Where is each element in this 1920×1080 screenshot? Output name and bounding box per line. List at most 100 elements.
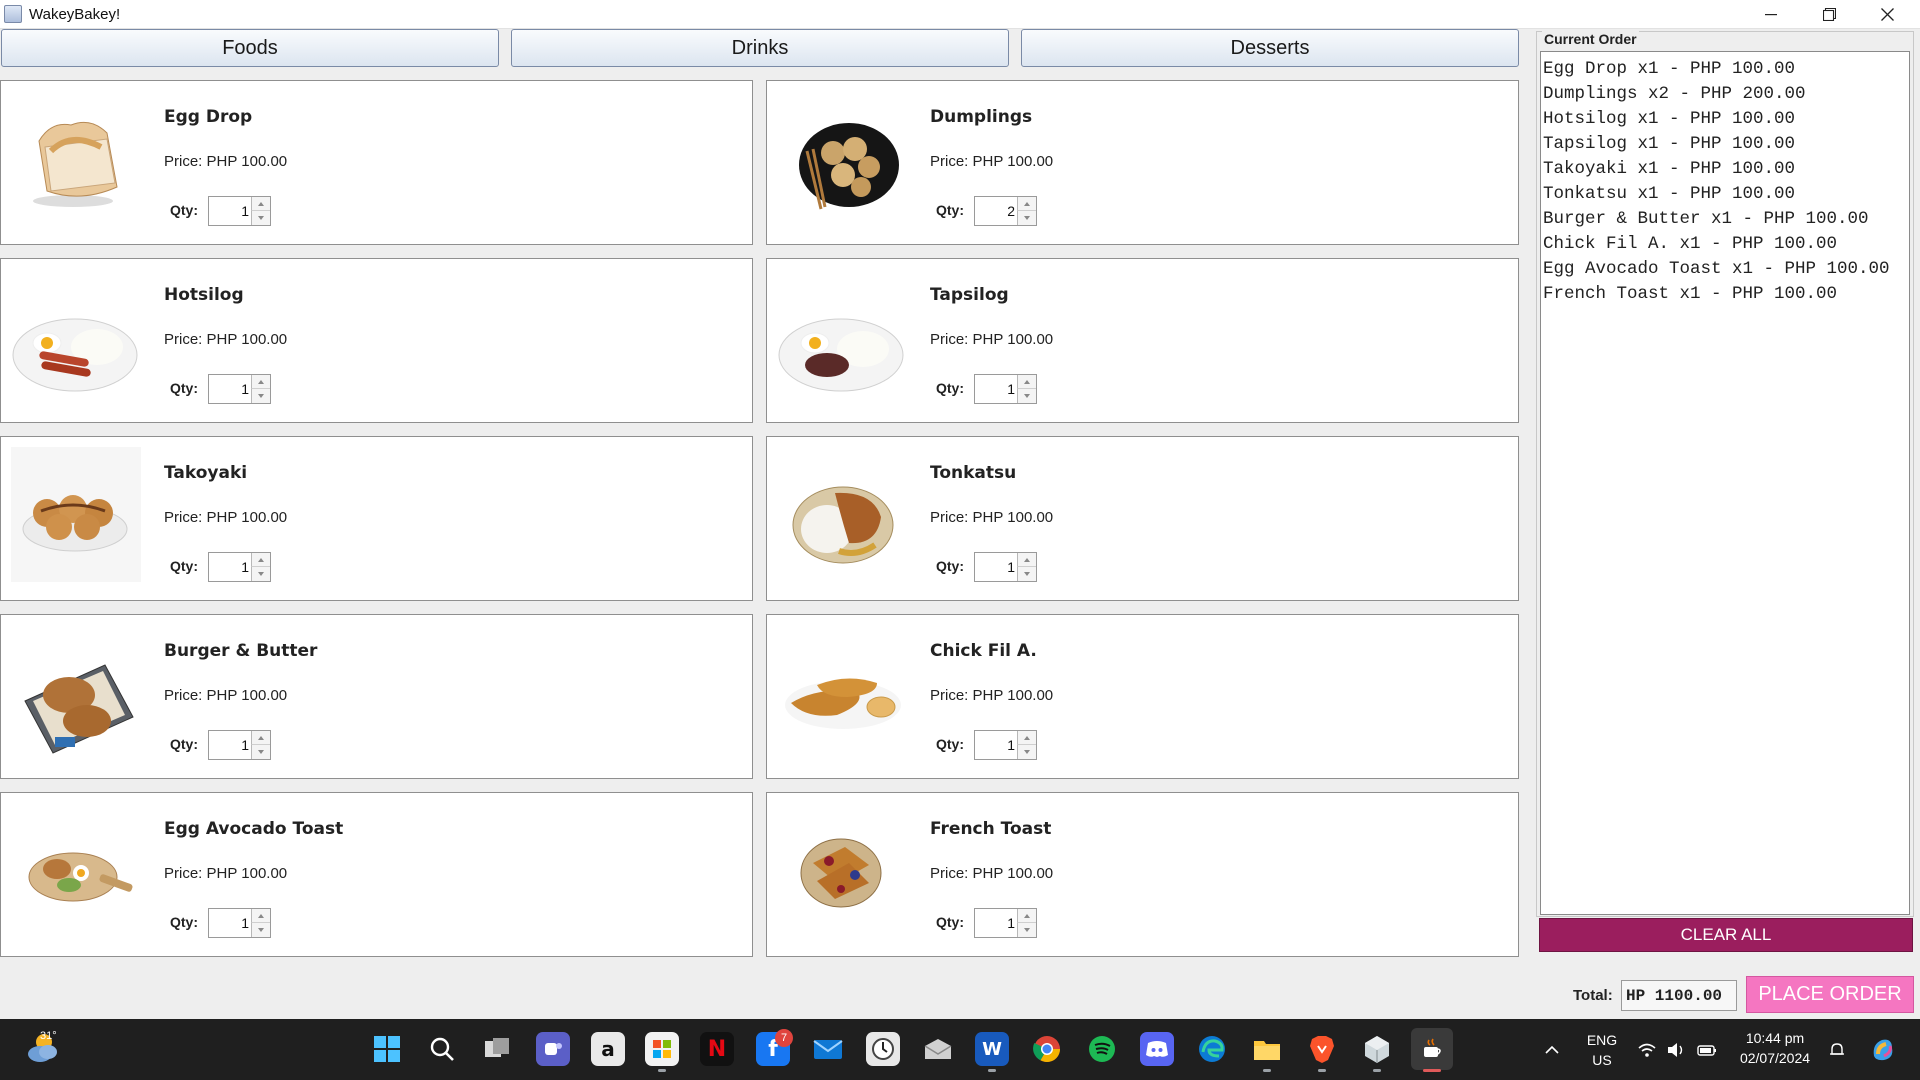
increment-arrow-icon[interactable] [1017,909,1036,923]
task-view-icon[interactable] [480,1032,514,1066]
order-line: French Toast x1 - PHP 100.00 [1543,284,1838,304]
minimize-button[interactable] [1742,0,1800,29]
clock-app-icon[interactable] [866,1032,900,1066]
amazon-icon[interactable]: a [591,1032,625,1066]
price-value: PHP 100.00 [972,331,1054,348]
spotify-icon[interactable] [1085,1032,1119,1066]
mail-client-icon[interactable] [921,1032,955,1066]
tab-desserts[interactable]: Desserts [1021,29,1519,67]
decrement-arrow-icon[interactable] [251,923,270,937]
chrome-icon[interactable] [1030,1032,1064,1066]
battery-icon[interactable] [1696,1039,1718,1061]
food-price: Price: PHP 100.00 [164,509,287,526]
qty-label: Qty: [170,736,198,752]
decrement-arrow-icon[interactable] [251,567,270,581]
order-list[interactable]: Egg Drop x1 - PHP 100.00 Dumplings x2 - P… [1540,51,1910,915]
quantity-input[interactable] [975,553,1017,581]
price-prefix: Price: [930,865,973,882]
increment-arrow-icon[interactable] [1017,553,1036,567]
price-value: PHP 100.00 [206,331,288,348]
mail-icon[interactable] [811,1032,845,1066]
food-price: Price: PHP 100.00 [930,687,1053,704]
quantity-stepper[interactable] [208,730,271,760]
increment-arrow-icon[interactable] [251,375,270,389]
order-line: Chick Fil A. x1 - PHP 100.00 [1543,234,1838,254]
qty-label: Qty: [170,380,198,396]
quantity-stepper[interactable] [974,374,1037,404]
food-card: Egg Avocado Toast Price: PHP 100.00 Qty: [0,792,753,957]
notification-bell-icon[interactable] [1826,1039,1848,1061]
quantity-input[interactable] [209,553,251,581]
place-order-button[interactable]: PLACE ORDER [1746,976,1914,1013]
windows-start-icon[interactable] [370,1032,404,1066]
quantity-input[interactable] [209,909,251,937]
price-prefix: Price: [930,153,973,170]
search-icon[interactable] [425,1032,459,1066]
decrement-arrow-icon[interactable] [251,389,270,403]
price-prefix: Price: [164,153,207,170]
quantity-input[interactable] [209,375,251,403]
increment-arrow-icon[interactable] [1017,731,1036,745]
food-name: Burger & Butter [164,641,318,661]
edge-icon[interactable] [1195,1032,1229,1066]
quantity-stepper[interactable] [208,196,271,226]
java-app-icon[interactable] [1411,1028,1453,1070]
increment-arrow-icon[interactable] [1017,375,1036,389]
quantity-input[interactable] [209,731,251,759]
brave-icon[interactable] [1305,1032,1339,1066]
language-bottom[interactable]: US [1580,1052,1624,1068]
app-cube-icon[interactable] [1360,1032,1394,1066]
word-icon[interactable]: W [975,1032,1009,1066]
volume-icon[interactable] [1665,1039,1687,1061]
decrement-arrow-icon[interactable] [1017,923,1036,937]
copilot-icon[interactable] [1868,1034,1898,1064]
quantity-stepper[interactable] [208,908,271,938]
french-toast-image [777,803,907,938]
quantity-stepper[interactable] [974,730,1037,760]
quantity-stepper[interactable] [974,908,1037,938]
quantity-stepper[interactable] [974,196,1037,226]
restore-button[interactable] [1800,0,1858,29]
decrement-arrow-icon[interactable] [1017,745,1036,759]
decrement-arrow-icon[interactable] [1017,211,1036,225]
decrement-arrow-icon[interactable] [1017,389,1036,403]
quantity-input[interactable] [975,909,1017,937]
order-line: Egg Drop x1 - PHP 100.00 [1543,59,1796,79]
decrement-arrow-icon[interactable] [1017,567,1036,581]
tab-foods[interactable]: Foods [1,29,499,67]
clear-all-button[interactable]: CLEAR ALL [1539,918,1913,952]
food-card: Takoyaki Price: PHP 100.00 Qty: [0,436,753,601]
increment-arrow-icon[interactable] [251,731,270,745]
file-explorer-icon[interactable] [1250,1032,1284,1066]
increment-arrow-icon[interactable] [251,553,270,567]
teams-chat-icon[interactable] [536,1032,570,1066]
increment-arrow-icon[interactable] [251,197,270,211]
food-card: Tonkatsu Price: PHP 100.00 Qty: [766,436,1519,601]
clock-time[interactable]: 10:44 pm [1730,1030,1820,1046]
language-top[interactable]: ENG [1580,1032,1624,1048]
quantity-stepper[interactable] [974,552,1037,582]
quantity-input[interactable] [975,731,1017,759]
minimize-icon [1765,13,1777,15]
window-title: WakeyBakey! [29,6,121,23]
discord-icon[interactable] [1140,1032,1174,1066]
decrement-arrow-icon[interactable] [251,211,270,225]
quantity-stepper[interactable] [208,374,271,404]
tab-drinks[interactable]: Drinks [511,29,1009,67]
decrement-arrow-icon[interactable] [251,745,270,759]
wifi-icon[interactable] [1636,1039,1658,1061]
quantity-stepper[interactable] [208,552,271,582]
food-card: Egg Drop Price: PHP 100.00 Qty: [0,80,753,245]
microsoft-store-icon[interactable] [645,1032,679,1066]
increment-arrow-icon[interactable] [251,909,270,923]
increment-arrow-icon[interactable] [1017,197,1036,211]
clock-date[interactable]: 02/07/2024 [1730,1050,1820,1066]
netflix-icon[interactable]: N [700,1032,734,1066]
quantity-input[interactable] [975,197,1017,225]
close-button[interactable] [1858,0,1916,29]
chevron-up-icon[interactable] [1541,1039,1563,1061]
quantity-input[interactable] [209,197,251,225]
price-value: PHP 100.00 [206,865,288,882]
qty-label: Qty: [170,914,198,930]
quantity-input[interactable] [975,375,1017,403]
